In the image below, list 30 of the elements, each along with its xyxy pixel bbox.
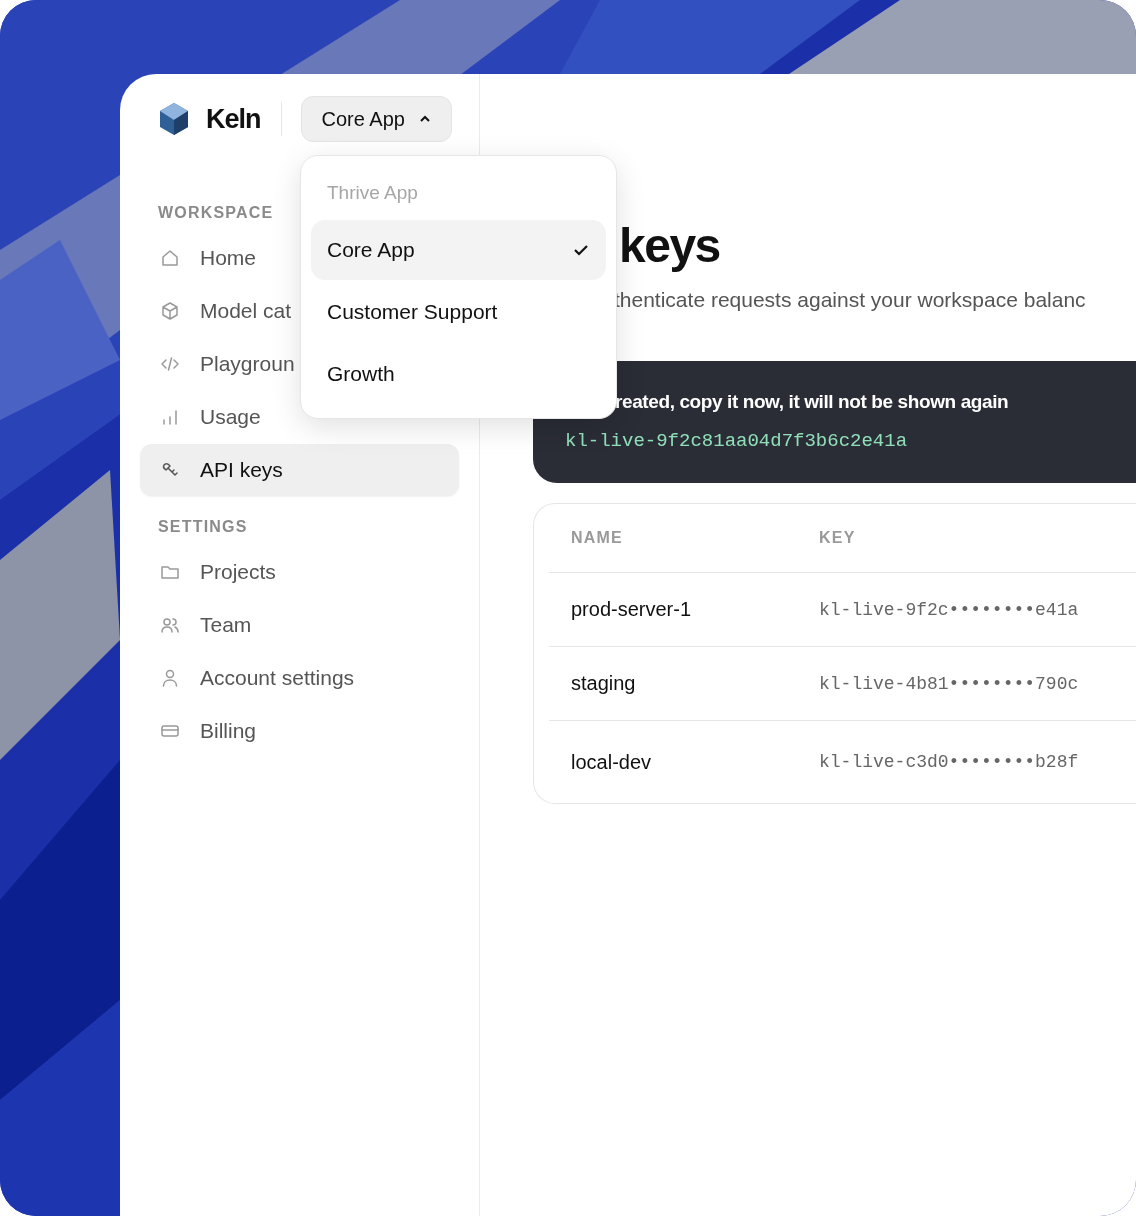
menu-item[interactable]: Core App — [311, 220, 606, 280]
sidebar-item[interactable]: Billing — [140, 705, 459, 757]
sidebar-item[interactable]: Team — [140, 599, 459, 651]
code-icon — [160, 354, 180, 374]
masked-key: kl-live-9f2c••••••••e41a — [819, 599, 1136, 620]
logo-icon — [158, 102, 190, 136]
home-icon — [160, 248, 180, 268]
sidebar-item[interactable]: Account settings — [140, 652, 459, 704]
key-name: staging — [571, 672, 637, 695]
team-icon — [160, 615, 180, 635]
brand-name: Keln — [206, 103, 261, 135]
cube-icon — [160, 301, 180, 321]
section-heading: WORKSPACE — [157, 204, 275, 222]
page-subtitle: thenticate requests against your workspace balanc — [614, 288, 1087, 312]
sidebar-item[interactable]: API keys — [140, 444, 459, 496]
key-name: prod-server-1 — [571, 598, 693, 621]
section-heading: SETTINGS — [157, 518, 249, 536]
banner-message: reated, copy it now, it will not be shown again — [615, 391, 1009, 413]
sidebar-item[interactable]: Projects — [140, 546, 459, 598]
menu-item[interactable]: Customer Support — [311, 282, 606, 342]
column-header: NAME — [571, 529, 624, 547]
key-name: local-dev — [571, 750, 653, 774]
project-switcher[interactable]: Core App — [300, 96, 452, 142]
column-header: KEY — [819, 529, 857, 547]
new-key-text: kl-live-9f2c81aa04d7f3b6c2e41a — [565, 430, 908, 452]
masked-key: kl-live-c3d0••••••••b28f — [819, 752, 1136, 772]
masked-key: kl-live-4b81••••••••790c — [819, 673, 1136, 694]
chart-icon — [160, 407, 180, 427]
menu-item[interactable]: Growth — [311, 344, 606, 404]
person-icon — [160, 668, 180, 688]
